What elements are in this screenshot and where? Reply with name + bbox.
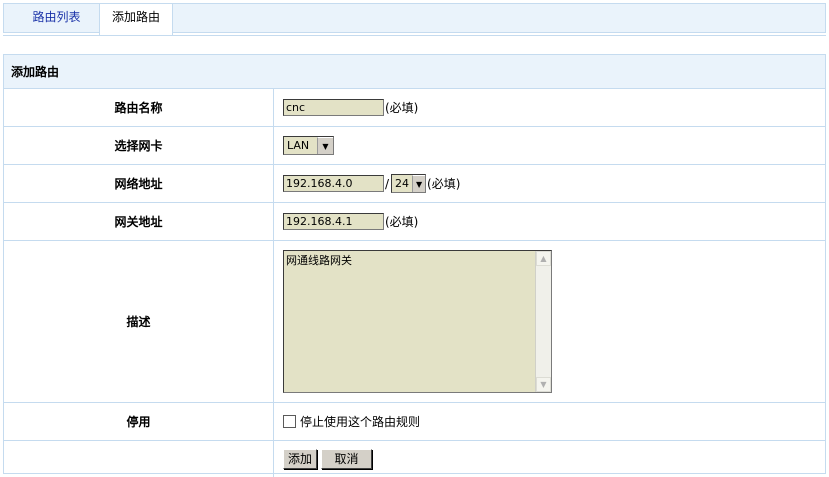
tab-add-route[interactable]: 添加路由: [99, 4, 173, 35]
description-label: 描述: [4, 241, 274, 402]
chevron-down-icon[interactable]: ▼: [412, 175, 426, 192]
gateway-address-input[interactable]: [283, 213, 384, 230]
buttons-row: 添加 取消: [4, 441, 825, 477]
tab-bar: 路由列表 添加路由: [3, 3, 826, 35]
disable-row: 停用 停止使用这个路由规则: [4, 403, 825, 441]
description-row: 描述 网通线路网关 ▲ ▼: [4, 241, 825, 403]
gateway-required-hint: (必填): [385, 215, 419, 229]
description-text: 网通线路网关: [286, 254, 352, 267]
disable-checkbox-label[interactable]: 停止使用这个路由规则: [300, 413, 420, 430]
tab-divider: [3, 35, 826, 36]
chevron-down-icon[interactable]: ▼: [317, 137, 333, 154]
gateway-label: 网关地址: [4, 203, 274, 240]
route-name-row: 路由名称 (必填): [4, 89, 825, 127]
network-label: 网络地址: [4, 165, 274, 202]
gateway-row: 网关地址 (必填): [4, 203, 825, 241]
buttons-label-cell: [4, 441, 274, 477]
tab-route-list[interactable]: 路由列表: [14, 4, 99, 33]
description-scrollbar[interactable]: ▲ ▼: [535, 251, 551, 392]
add-button[interactable]: 添加: [283, 449, 317, 469]
nic-row: 选择网卡 LAN ▼: [4, 127, 825, 165]
disable-label: 停用: [4, 403, 274, 440]
panel-title: 添加路由: [4, 55, 825, 89]
nic-select[interactable]: LAN ▼: [283, 136, 334, 155]
nic-label: 选择网卡: [4, 127, 274, 164]
arrow-down-icon[interactable]: ▼: [536, 377, 551, 392]
disable-checkbox[interactable]: [283, 415, 296, 428]
netmask-select-value: 24: [395, 177, 410, 190]
mask-separator: /: [385, 176, 390, 191]
network-required-hint: (必填): [427, 177, 461, 191]
description-textarea[interactable]: 网通线路网关 ▲ ▼: [283, 250, 552, 393]
network-row: 网络地址 / 24 ▼ (必填): [4, 165, 825, 203]
netmask-select[interactable]: 24 ▼: [391, 174, 427, 193]
arrow-up-icon[interactable]: ▲: [536, 251, 551, 266]
nic-select-value: LAN: [287, 139, 310, 152]
network-address-input[interactable]: [283, 175, 384, 192]
route-name-label: 路由名称: [4, 89, 274, 126]
add-route-panel: 添加路由 路由名称 (必填) 选择网卡 LAN ▼ 网络地址 / 24 ▼ (必…: [3, 54, 826, 477]
cancel-button[interactable]: 取消: [321, 449, 372, 469]
route-name-input[interactable]: [283, 99, 384, 116]
route-name-required-hint: (必填): [385, 101, 419, 115]
